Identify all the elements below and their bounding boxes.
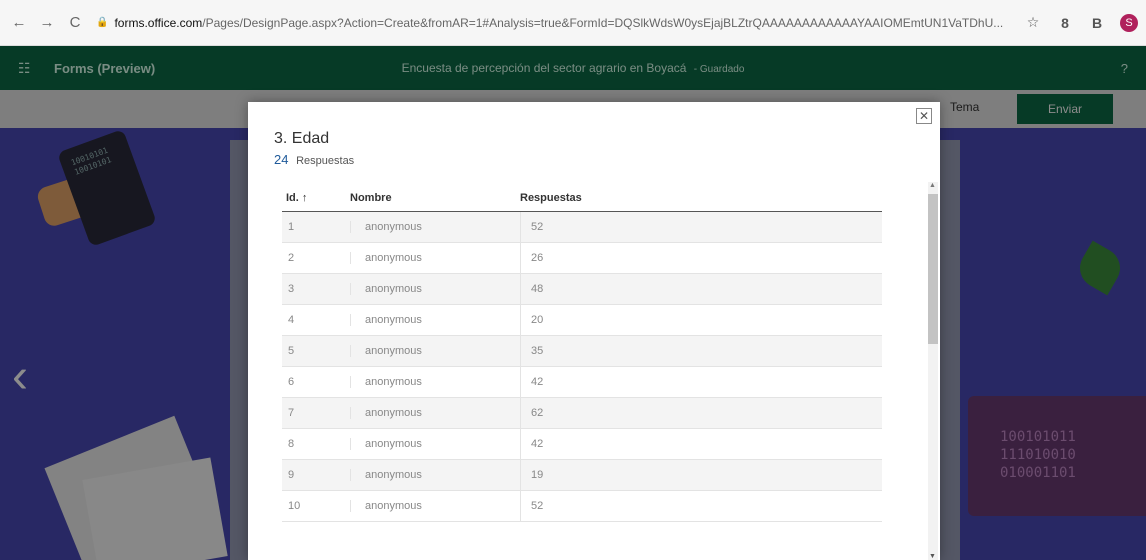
cell-name: anonymous [350, 221, 520, 233]
cell-name: anonymous [350, 438, 520, 450]
cell-id: 6 [288, 376, 295, 388]
cell-answer: 20 [520, 305, 882, 335]
table-row: 4 anonymous 20 [282, 305, 882, 336]
column-header-responses[interactable]: Respuestas [520, 192, 882, 204]
cell-id: 3 [288, 283, 295, 295]
close-icon[interactable]: ✕ [916, 108, 932, 124]
table-row: 1 anonymous 52 [282, 212, 882, 243]
cell-name-text: anonymous [350, 469, 520, 481]
cell-answer: 62 [520, 398, 882, 428]
cell-id: 7 [288, 407, 295, 419]
cell-name: anonymous [350, 314, 520, 326]
cell-id: 1 [288, 221, 295, 233]
bookmark-star-icon[interactable]: ☆ [1024, 14, 1042, 32]
cell-name: anonymous [350, 345, 520, 357]
cell-id: 9 [288, 469, 295, 481]
table-row: 7 anonymous 62 [282, 398, 882, 429]
cell-name: anonymous [350, 469, 520, 481]
cell-name-text: anonymous [350, 252, 520, 264]
url-host: forms.office.com [114, 15, 203, 30]
cell-name-text: anonymous [350, 221, 520, 233]
cell-name-text: anonymous [350, 376, 520, 388]
cell-name: anonymous [350, 283, 520, 295]
profile-avatar[interactable]: S [1120, 13, 1138, 32]
column-header-id[interactable]: Id. ↑ [282, 192, 350, 204]
cell-name: anonymous [350, 376, 520, 388]
cell-answer: 52 [520, 212, 882, 242]
response-count-number: 24 [274, 152, 289, 167]
cell-name-text: anonymous [350, 500, 520, 512]
cell-name-text: anonymous [350, 314, 520, 326]
scroll-thumb[interactable] [928, 194, 938, 344]
cell-name: anonymous [350, 407, 520, 419]
table-scrollbar[interactable]: ▲ ▼ [928, 182, 938, 560]
responses-dialog: ✕ 3. Edad 24 Respuestas Id. ↑ Nombre Res… [248, 102, 940, 560]
url-path: /Pages/DesignPage.aspx?Action=Create&fro… [202, 15, 1004, 30]
cell-name-text: anonymous [350, 407, 520, 419]
cell-id: 4 [288, 314, 295, 326]
extension-b-icon[interactable]: B [1088, 14, 1106, 32]
table-row: 3 anonymous 48 [282, 274, 882, 305]
cell-name: anonymous [350, 500, 520, 512]
responses-table: Id. ↑ Nombre Respuestas 1 anonymous 52 2 ano… [282, 184, 882, 560]
forward-arrow-icon[interactable]: → [36, 12, 58, 34]
lock-icon: 🔒 [96, 17, 109, 28]
table-header: Id. ↑ Nombre Respuestas [282, 184, 882, 212]
cell-name: anonymous [350, 252, 520, 264]
scroll-down-icon[interactable]: ▼ [929, 553, 936, 560]
table-row: 5 anonymous 35 [282, 336, 882, 367]
response-count-label: Respuestas [296, 155, 355, 167]
cell-name-text: anonymous [350, 283, 520, 295]
reload-icon[interactable]: C [64, 12, 86, 34]
cell-id: 8 [288, 438, 295, 450]
cell-id: 5 [288, 345, 295, 357]
table-row: 8 anonymous 42 [282, 429, 882, 460]
question-title: 3. Edad [274, 130, 330, 147]
cell-id: 10 [288, 500, 301, 512]
table-row: 6 anonymous 42 [282, 367, 882, 398]
cell-answer: 42 [520, 429, 882, 459]
column-header-name[interactable]: Nombre [350, 192, 520, 204]
browser-toolbar: ← → C 🔒 forms.office.com/Pages/DesignPag… [0, 0, 1146, 46]
cell-answer: 26 [520, 243, 882, 273]
cell-name-text: anonymous [350, 345, 520, 357]
cell-answer: 42 [520, 367, 882, 397]
table-row: 10 anonymous 52 [282, 491, 882, 522]
table-row: 9 anonymous 19 [282, 460, 882, 491]
table-body: 1 anonymous 52 2 anonymous 26 3 anonymous 48 4 ano… [282, 212, 882, 522]
scroll-up-icon[interactable]: ▲ [929, 182, 936, 189]
cell-name-text: anonymous [350, 438, 520, 450]
cell-answer: 19 [520, 460, 882, 490]
cell-answer: 52 [520, 491, 882, 521]
cell-id: 2 [288, 252, 295, 264]
cell-answer: 48 [520, 274, 882, 304]
back-arrow-icon[interactable]: ← [8, 12, 30, 34]
extension-g-icon[interactable]: 8 [1056, 14, 1074, 32]
response-count: 24 Respuestas [274, 152, 354, 167]
cell-answer: 35 [520, 336, 882, 366]
address-bar[interactable]: 🔒 forms.office.com/Pages/DesignPage.aspx… [96, 10, 1014, 36]
table-row: 2 anonymous 26 [282, 243, 882, 274]
